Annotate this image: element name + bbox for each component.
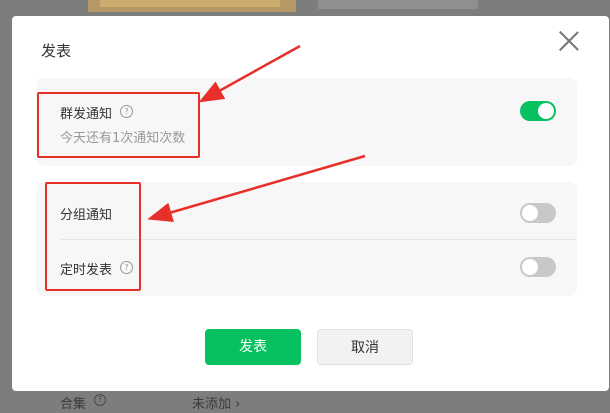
annotation-arrow-2: [147, 154, 366, 223]
annotation-arrows: [147, 44, 366, 223]
annotation-arrow-1: [198, 44, 301, 103]
